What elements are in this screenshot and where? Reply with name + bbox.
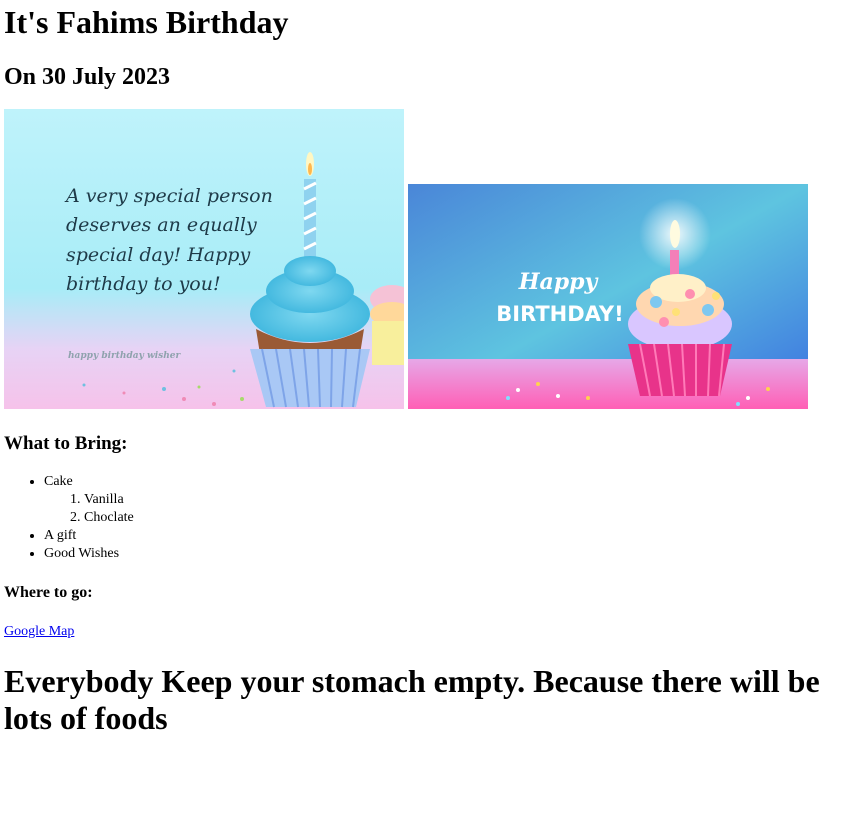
card1-line-3: special day! Happy	[66, 244, 250, 266]
list-item: A gift	[44, 527, 846, 545]
card1-line-2: deserves an equally	[66, 214, 257, 236]
cupcake-card-image-2: Happy BIRTHDAY!	[408, 184, 808, 409]
card1-watermark: happy birthday wisher	[68, 351, 181, 361]
cupcake-card-image-1: A very special person deserves an equall…	[4, 109, 404, 409]
card1-line-1: A very special person	[64, 185, 273, 207]
list-item: Vanilla	[84, 491, 846, 509]
bring-item-cake: Cake	[44, 474, 73, 489]
card2-birthday: BIRTHDAY!	[496, 302, 623, 326]
bring-list: Cake Vanilla Choclate A gift Good Wishes	[4, 473, 846, 563]
list-item: Choclate	[84, 509, 846, 527]
google-map-link[interactable]: Google Map	[4, 623, 846, 641]
what-to-bring-heading: What to Bring:	[4, 433, 128, 454]
event-date: On 30 July 2023	[4, 64, 171, 90]
list-item: Cake Vanilla Choclate	[44, 473, 846, 527]
card1-line-4: birthday to you!	[66, 273, 221, 295]
where-to-go-heading: Where to go:	[4, 584, 93, 601]
image-row: A very special person deserves an equall…	[4, 109, 846, 409]
cake-options-list: Vanilla Choclate	[44, 491, 846, 527]
card2-happy: Happy	[518, 269, 600, 295]
closing-message: Everybody Keep your stomach empty. Becau…	[4, 663, 820, 736]
list-item: Good Wishes	[44, 545, 846, 563]
page-title: It's Fahims Birthday	[4, 4, 289, 40]
